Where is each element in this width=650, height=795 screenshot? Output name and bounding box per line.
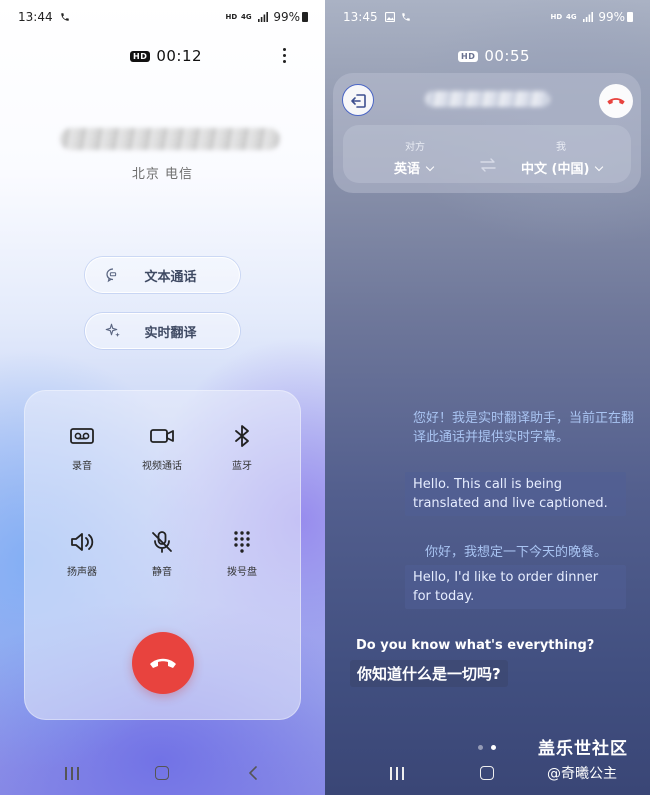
assistant-greeting-en: Hello. This call is being translated and… <box>405 472 626 516</box>
mute-label: 静音 <box>152 567 172 578</box>
live-translate-button[interactable]: 实时翻译 <box>85 313 240 349</box>
phone-call-icon <box>402 13 410 21</box>
status-network: 4G <box>566 13 577 21</box>
my-language-dropdown[interactable]: 中文 (中国) <box>521 158 604 177</box>
exit-translation-button[interactable] <box>342 84 374 116</box>
home-icon[interactable] <box>480 766 494 780</box>
call-duration: 00:12 <box>156 47 203 65</box>
record-control[interactable]: 录音 <box>42 423 122 472</box>
end-call-button[interactable] <box>599 84 633 118</box>
right-phone-screen: 13:45 HD 4G 99% HD 00:55 对方 我 英语 中文 (中国) … <box>325 0 650 795</box>
recents-icon[interactable] <box>64 767 80 780</box>
mic-off-icon <box>152 531 172 553</box>
signal-icon <box>257 12 268 22</box>
battery-percent: 99% <box>273 10 300 24</box>
watermark-user: @奇曦公主 <box>547 766 617 782</box>
my-message-zh: 你好，我想定一下今天的晚餐。 <box>425 545 608 560</box>
voicemail-icon <box>70 428 94 444</box>
swap-languages-icon[interactable] <box>480 158 496 172</box>
other-party-language-dropdown[interactable]: 英语 <box>394 158 435 177</box>
status-bar: 13:45 HD 4G 99% <box>343 10 633 24</box>
me-caption: 我 <box>556 142 566 153</box>
dialpad-label: 拨号盘 <box>227 567 257 578</box>
status-hd: HD <box>225 13 238 21</box>
call-duration: 00:55 <box>484 47 531 65</box>
caller-number-redacted <box>425 91 550 107</box>
status-network: 4G <box>241 13 252 21</box>
end-call-button[interactable] <box>132 632 194 694</box>
status-bar: 13:44 HD 4G 99% <box>18 10 308 24</box>
chat-bubble-icon <box>106 268 117 283</box>
status-hd: HD <box>550 13 563 21</box>
recents-icon[interactable] <box>389 767 405 780</box>
dialpad-icon <box>234 531 250 553</box>
phone-call-icon <box>61 13 70 21</box>
navigation-bar <box>0 764 325 784</box>
my-language: 中文 (中国) <box>521 162 590 177</box>
live-translate-label: 实时翻译 <box>144 325 197 341</box>
speaker-label: 扬声器 <box>67 567 97 578</box>
speaker-control[interactable]: 扬声器 <box>42 529 122 578</box>
bluetooth-label: 蓝牙 <box>232 461 252 472</box>
my-message-en: Hello, I'd like to order dinner for toda… <box>405 565 626 609</box>
live-caption-original: Do you know what's everything? <box>356 638 595 653</box>
record-label: 录音 <box>72 461 92 472</box>
hd-voice-badge: HD <box>458 51 479 62</box>
page-indicator <box>478 735 504 754</box>
call-timer: HD 00:55 <box>458 47 530 65</box>
left-phone-screen: 13:44 HD 4G 99% HD 00:12 北京 电信 文本通话 实时翻译 … <box>0 0 325 795</box>
hang-up-icon <box>607 98 625 105</box>
battery-icon <box>302 12 308 22</box>
other-party-caption: 对方 <box>405 142 425 153</box>
bluetooth-control[interactable]: 蓝牙 <box>202 423 282 472</box>
signal-icon <box>582 12 593 22</box>
call-timer: HD 00:12 <box>130 47 202 65</box>
other-party-language: 英语 <box>394 162 421 177</box>
text-call-label: 文本通话 <box>144 269 197 285</box>
caller-number-redacted <box>60 128 280 150</box>
more-options-icon[interactable] <box>280 48 288 66</box>
caller-carrier: 北京 电信 <box>131 167 194 182</box>
home-icon[interactable] <box>155 766 169 780</box>
exit-icon <box>351 94 366 108</box>
hang-up-icon <box>150 658 176 668</box>
mute-control[interactable]: 静音 <box>122 529 202 578</box>
video-camera-icon <box>150 429 174 443</box>
bluetooth-icon <box>235 425 249 447</box>
hd-voice-badge: HD <box>130 51 151 62</box>
assistant-greeting-zh: 您好！我是实时翻译助手，当前正在翻译此通话并提供实时字幕。 <box>413 411 635 445</box>
battery-percent: 99% <box>598 10 625 24</box>
video-call-control[interactable]: 视频通话 <box>122 423 202 472</box>
dialpad-control[interactable]: 拨号盘 <box>202 529 282 578</box>
status-time: 13:44 <box>18 10 53 24</box>
live-caption-translation: 你知道什么是一切吗? <box>350 660 508 687</box>
status-time: 13:45 <box>343 10 378 24</box>
chevron-down-icon <box>595 162 604 172</box>
gallery-notification-icon <box>385 11 396 23</box>
sparkle-icon <box>105 323 120 337</box>
chevron-down-icon <box>425 162 435 172</box>
battery-icon <box>627 12 633 22</box>
watermark-site: 盖乐世社区 <box>538 739 628 759</box>
back-icon[interactable] <box>248 766 258 780</box>
speaker-icon <box>71 533 94 551</box>
text-call-button[interactable]: 文本通话 <box>85 257 240 293</box>
video-call-label: 视频通话 <box>142 461 182 472</box>
